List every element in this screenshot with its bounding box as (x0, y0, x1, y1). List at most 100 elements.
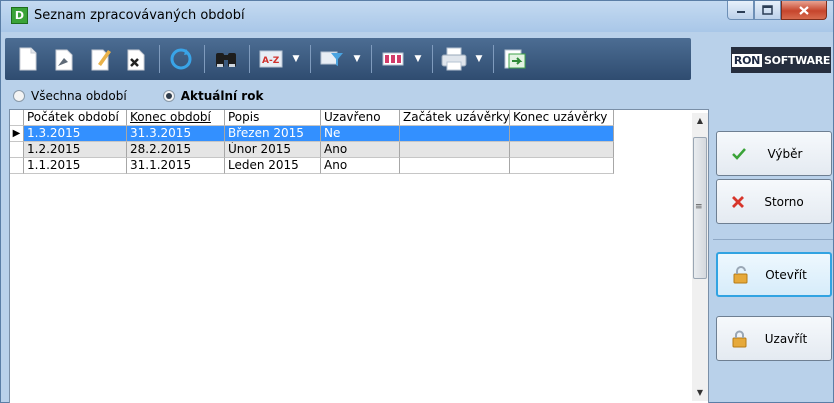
sort-dropdown[interactable]: ▼ (290, 42, 302, 76)
column-header-description[interactable]: Popis (225, 110, 321, 126)
radio-dot[interactable] (162, 90, 175, 102)
side-divider (713, 239, 833, 240)
radio-current-year[interactable]: Aktuální rok (162, 89, 264, 103)
edit-button[interactable] (47, 42, 81, 76)
logo-part-software: SOFTWARE (764, 53, 831, 67)
unlock-icon (733, 265, 748, 283)
logo-part-ron: RON (731, 53, 763, 67)
cell-closing-end[interactable] (510, 142, 614, 158)
close-period-button[interactable]: Uzavřít (716, 316, 832, 361)
columns-button[interactable] (376, 42, 410, 76)
cell-description[interactable]: Leden 2015 (225, 158, 321, 174)
column-header-closing-start[interactable]: Začátek uzávěrky (400, 110, 510, 126)
toolbar-separator (159, 45, 160, 73)
radio-all-periods[interactable]: Všechna období (13, 89, 127, 103)
cell-closing-start[interactable] (400, 142, 510, 158)
cell-end[interactable]: 31.1.2015 (127, 158, 225, 174)
binoculars-icon (216, 53, 236, 67)
print-dropdown[interactable]: ▼ (473, 42, 485, 76)
maximize-icon (762, 5, 773, 15)
toolbar-separator (249, 45, 250, 73)
cell-closing-start[interactable] (400, 158, 510, 174)
cancel-button[interactable]: Storno (716, 179, 832, 224)
printer-icon (441, 47, 467, 71)
cell-start[interactable]: 1.3.2015 (24, 126, 127, 142)
refresh-button[interactable] (164, 42, 198, 76)
window-title: Seznam zpracovávaných období (34, 8, 245, 23)
open-button-label: Otevřít (765, 267, 807, 282)
toolbar-separator (371, 45, 372, 73)
cell-closing-end[interactable] (510, 126, 614, 142)
cell-closed[interactable]: Ano (321, 158, 400, 174)
row-indicator (10, 158, 24, 174)
modify-button[interactable] (83, 42, 117, 76)
filter-icon (320, 51, 343, 66)
toolbar-separator (493, 45, 494, 73)
filter-dropdown[interactable]: ▼ (351, 42, 363, 76)
table-row[interactable]: ▶ 1.3.2015 31.3.2015 Březen 2015 Ne (10, 126, 614, 142)
delete-button[interactable] (119, 42, 153, 76)
cell-closed[interactable]: Ne (321, 126, 400, 142)
modify-icon (91, 49, 111, 71)
select-button-label: Výběr (767, 146, 803, 161)
find-button[interactable] (209, 42, 243, 76)
cell-start[interactable]: 1.1.2015 (24, 158, 127, 174)
toolbar-separator (432, 45, 433, 73)
lock-icon (732, 330, 747, 347)
radio-label: Aktuální rok (180, 89, 264, 103)
toolbar-separator (310, 45, 311, 73)
vertical-scrollbar[interactable]: ▲ ≡ ▼ (692, 113, 708, 401)
sort-button[interactable]: A-Z (254, 42, 288, 76)
row-pointer-icon: ▶ (10, 126, 24, 142)
row-indicator (10, 142, 24, 158)
cell-description[interactable]: Únor 2015 (225, 142, 321, 158)
select-button[interactable]: Výběr (716, 131, 832, 176)
cell-start[interactable]: 1.2.2015 (24, 142, 127, 158)
new-icon (19, 47, 37, 71)
radio-label: Všechna období (31, 89, 127, 103)
cross-icon (732, 195, 744, 208)
close-button[interactable] (781, 1, 827, 20)
table-row[interactable]: 1.1.2015 31.1.2015 Leden 2015 Ano (10, 158, 614, 174)
cancel-button-label: Storno (764, 194, 804, 209)
cell-closing-end[interactable] (510, 158, 614, 174)
column-header-closing-end[interactable]: Konec uzávěrky (510, 110, 614, 126)
column-header-end[interactable]: Konec období (127, 110, 225, 126)
open-button[interactable]: Otevřít (716, 252, 832, 297)
cell-closing-start[interactable] (400, 126, 510, 142)
table-row[interactable]: 1.2.2015 28.2.2015 Únor 2015 Ano (10, 142, 614, 158)
window-controls (727, 1, 827, 20)
periods-grid: Počátek období Konec období Popis Uzavře… (9, 109, 709, 403)
export-button[interactable] (498, 42, 532, 76)
cell-end[interactable]: 28.2.2015 (127, 142, 225, 158)
scroll-grip-icon: ≡ (695, 202, 703, 212)
new-button[interactable] (11, 42, 45, 76)
cell-end[interactable]: 31.3.2015 (127, 126, 225, 142)
ron-software-logo: RON SOFTWARE (731, 47, 831, 73)
close-icon (799, 5, 809, 15)
scroll-up-arrow-icon[interactable]: ▲ (692, 113, 708, 129)
column-header-closed[interactable]: Uzavřeno (321, 110, 400, 126)
maximize-button[interactable] (754, 1, 781, 20)
checkmark-icon (732, 147, 746, 160)
sort-az-icon: A-Z (259, 50, 283, 68)
column-header-start[interactable]: Počátek období (24, 110, 127, 126)
toolbar: A-Z ▼ ▼ ▼ ▼ (5, 38, 691, 80)
svg-text:A-Z: A-Z (262, 56, 280, 66)
toolbar-separator (204, 45, 205, 73)
app-icon: D (11, 7, 28, 24)
columns-icon (382, 52, 404, 66)
minimize-icon (736, 11, 745, 13)
title-bar: D Seznam zpracovávaných období (1, 1, 833, 32)
cell-closed[interactable]: Ano (321, 142, 400, 158)
minimize-button[interactable] (727, 1, 754, 20)
filter-button[interactable] (315, 42, 349, 76)
scroll-down-arrow-icon[interactable]: ▼ (692, 385, 708, 401)
cell-description[interactable]: Březen 2015 (225, 126, 321, 142)
columns-dropdown[interactable]: ▼ (412, 42, 424, 76)
print-button[interactable] (437, 42, 471, 76)
radio-dot[interactable] (13, 90, 25, 102)
grid-table: Počátek období Konec období Popis Uzavře… (10, 110, 614, 174)
export-icon (504, 49, 526, 69)
grid-header: Počátek období Konec období Popis Uzavře… (10, 110, 614, 126)
